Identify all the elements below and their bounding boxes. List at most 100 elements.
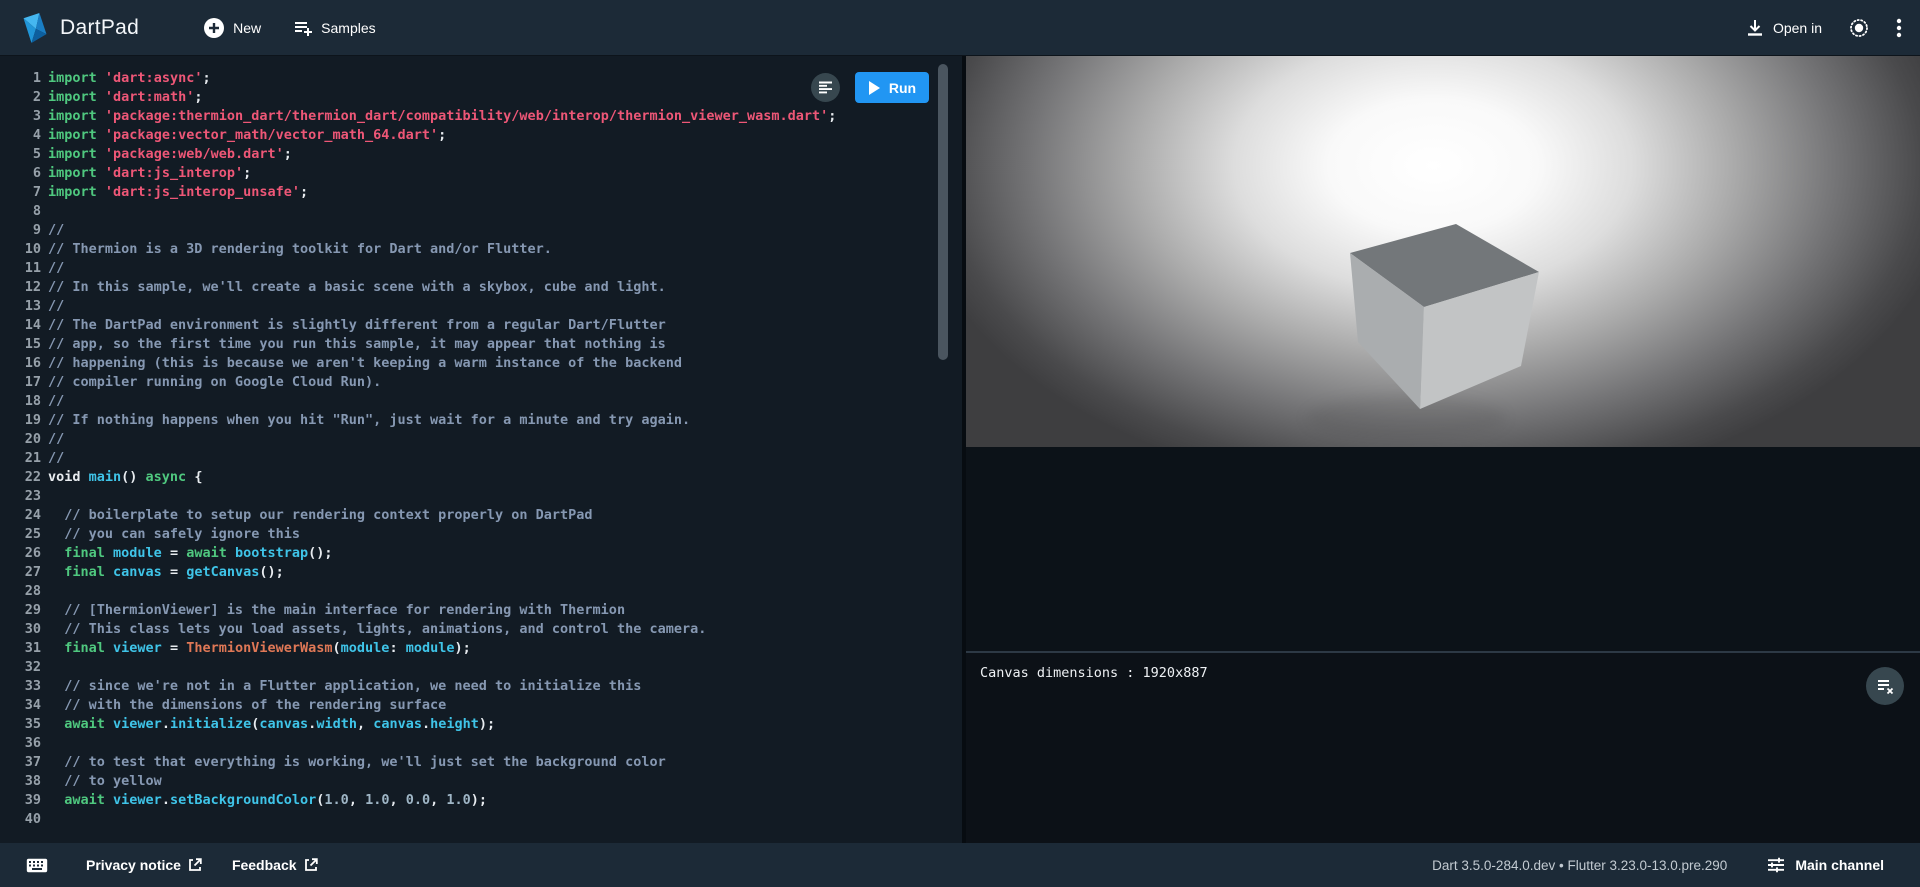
code-line: 17// compiler running on Google Cloud Ru… <box>0 373 962 392</box>
line-number: 31 <box>0 639 41 658</box>
more-vert-icon <box>1896 17 1902 39</box>
line-number: 2 <box>0 88 41 107</box>
line-number: 3 <box>0 107 41 126</box>
line-number: 16 <box>0 354 41 373</box>
overflow-menu-button[interactable] <box>1896 17 1902 39</box>
code-line: 30 // This class lets you load assets, l… <box>0 620 962 639</box>
line-number: 38 <box>0 772 41 791</box>
code-line: 23 <box>0 487 962 506</box>
line-number: 12 <box>0 278 41 297</box>
add-circle-icon <box>203 17 225 39</box>
line-number: 26 <box>0 544 41 563</box>
code-editor-lines: 1import 'dart:async';2import 'dart:math'… <box>0 56 962 829</box>
dartpad-logo-icon <box>20 11 50 45</box>
line-number: 28 <box>0 582 41 601</box>
code-line: 32 <box>0 658 962 677</box>
editor-scrollbar-thumb[interactable] <box>938 64 948 360</box>
clear-console-button[interactable] <box>1866 667 1904 705</box>
code-line: 36 <box>0 734 962 753</box>
app-header: DartPad New Samples Open in <box>0 0 1920 56</box>
play-icon <box>868 81 880 95</box>
line-number: 10 <box>0 240 41 259</box>
code-line: 9// <box>0 221 962 240</box>
code-line: 13// <box>0 297 962 316</box>
line-number: 36 <box>0 734 41 753</box>
code-line: 33 // since we're not in a Flutter appli… <box>0 677 962 696</box>
channel-selector[interactable]: Main channel <box>1767 857 1884 873</box>
open-in-button[interactable]: Open in <box>1745 18 1822 38</box>
line-number: 13 <box>0 297 41 316</box>
code-line: 4import 'package:vector_math/vector_math… <box>0 126 962 145</box>
code-line: 19// If nothing happens when you hit "Ru… <box>0 411 962 430</box>
code-line: 21// <box>0 449 962 468</box>
cube-3d-render <box>966 56 1920 447</box>
line-number: 22 <box>0 468 41 487</box>
console-output: Canvas dimensions : 1920x887 <box>980 665 1906 681</box>
code-line: 6import 'dart:js_interop'; <box>0 164 962 183</box>
code-line: 25 // you can safely ignore this <box>0 525 962 544</box>
line-number: 7 <box>0 183 41 202</box>
privacy-notice-label: Privacy notice <box>86 857 181 873</box>
line-number: 39 <box>0 791 41 810</box>
code-line: 16// happening (this is because we aren'… <box>0 354 962 373</box>
brightness-icon <box>1848 17 1870 39</box>
code-line: 24 // boilerplate to setup our rendering… <box>0 506 962 525</box>
feedback-label: Feedback <box>232 857 297 873</box>
code-line: 39 await viewer.setBackgroundColor(1.0, … <box>0 791 962 810</box>
code-line: 7import 'dart:js_interop_unsafe'; <box>0 183 962 202</box>
execution-panel: Canvas dimensions : 1920x887 <box>966 56 1920 843</box>
code-line: 34 // with the dimensions of the renderi… <box>0 696 962 715</box>
line-number: 25 <box>0 525 41 544</box>
tune-icon <box>1767 857 1785 873</box>
line-number: 20 <box>0 430 41 449</box>
line-number: 29 <box>0 601 41 620</box>
line-number: 33 <box>0 677 41 696</box>
channel-label: Main channel <box>1795 857 1884 873</box>
line-number: 5 <box>0 145 41 164</box>
line-number: 4 <box>0 126 41 145</box>
code-line: 8 <box>0 202 962 221</box>
line-number: 23 <box>0 487 41 506</box>
run-button-label: Run <box>889 80 916 96</box>
code-line: 12// In this sample, we'll create a basi… <box>0 278 962 297</box>
line-number: 17 <box>0 373 41 392</box>
code-line: 18// <box>0 392 962 411</box>
sdk-version-text: Dart 3.5.0-284.0.dev • Flutter 3.23.0-13… <box>1432 858 1727 873</box>
samples-button[interactable]: Samples <box>293 18 375 38</box>
line-number: 37 <box>0 753 41 772</box>
keyboard-icon <box>26 858 48 873</box>
render-canvas[interactable] <box>966 56 1920 447</box>
code-line: 37 // to test that everything is working… <box>0 753 962 772</box>
cube-shadow <box>1306 396 1506 440</box>
open-in-label: Open in <box>1773 20 1822 36</box>
line-number: 11 <box>0 259 41 278</box>
code-line: 28 <box>0 582 962 601</box>
new-button[interactable]: New <box>203 17 261 39</box>
line-number: 35 <box>0 715 41 734</box>
brightness-toggle-button[interactable] <box>1848 17 1870 39</box>
clear-console-icon <box>1877 678 1894 695</box>
keyboard-shortcuts-button[interactable] <box>26 858 48 873</box>
format-button[interactable] <box>811 73 840 102</box>
code-line: 3import 'package:thermion_dart/thermion_… <box>0 107 962 126</box>
privacy-notice-link[interactable]: Privacy notice <box>86 857 202 873</box>
code-line: 5import 'package:web/web.dart'; <box>0 145 962 164</box>
code-line: 29 // [ThermionViewer] is the main inter… <box>0 601 962 620</box>
line-number: 14 <box>0 316 41 335</box>
code-line: 10// Thermion is a 3D rendering toolkit … <box>0 240 962 259</box>
code-editor[interactable]: 1import 'dart:async';2import 'dart:math'… <box>0 56 962 843</box>
main-area: 1import 'dart:async';2import 'dart:math'… <box>0 56 1920 843</box>
line-number: 15 <box>0 335 41 354</box>
line-number: 18 <box>0 392 41 411</box>
status-bar: Privacy notice Feedback Dart 3.5.0-284.0… <box>0 843 1920 887</box>
feedback-link[interactable]: Feedback <box>232 857 318 873</box>
code-line: 35 await viewer.initialize(canvas.width,… <box>0 715 962 734</box>
line-number: 34 <box>0 696 41 715</box>
code-line: 11// <box>0 259 962 278</box>
run-button[interactable]: Run <box>855 72 929 103</box>
line-number: 30 <box>0 620 41 639</box>
open-in-new-icon <box>304 858 318 872</box>
code-line: 20// <box>0 430 962 449</box>
code-line: 26 final module = await bootstrap(); <box>0 544 962 563</box>
code-line: 15// app, so the first time you run this… <box>0 335 962 354</box>
